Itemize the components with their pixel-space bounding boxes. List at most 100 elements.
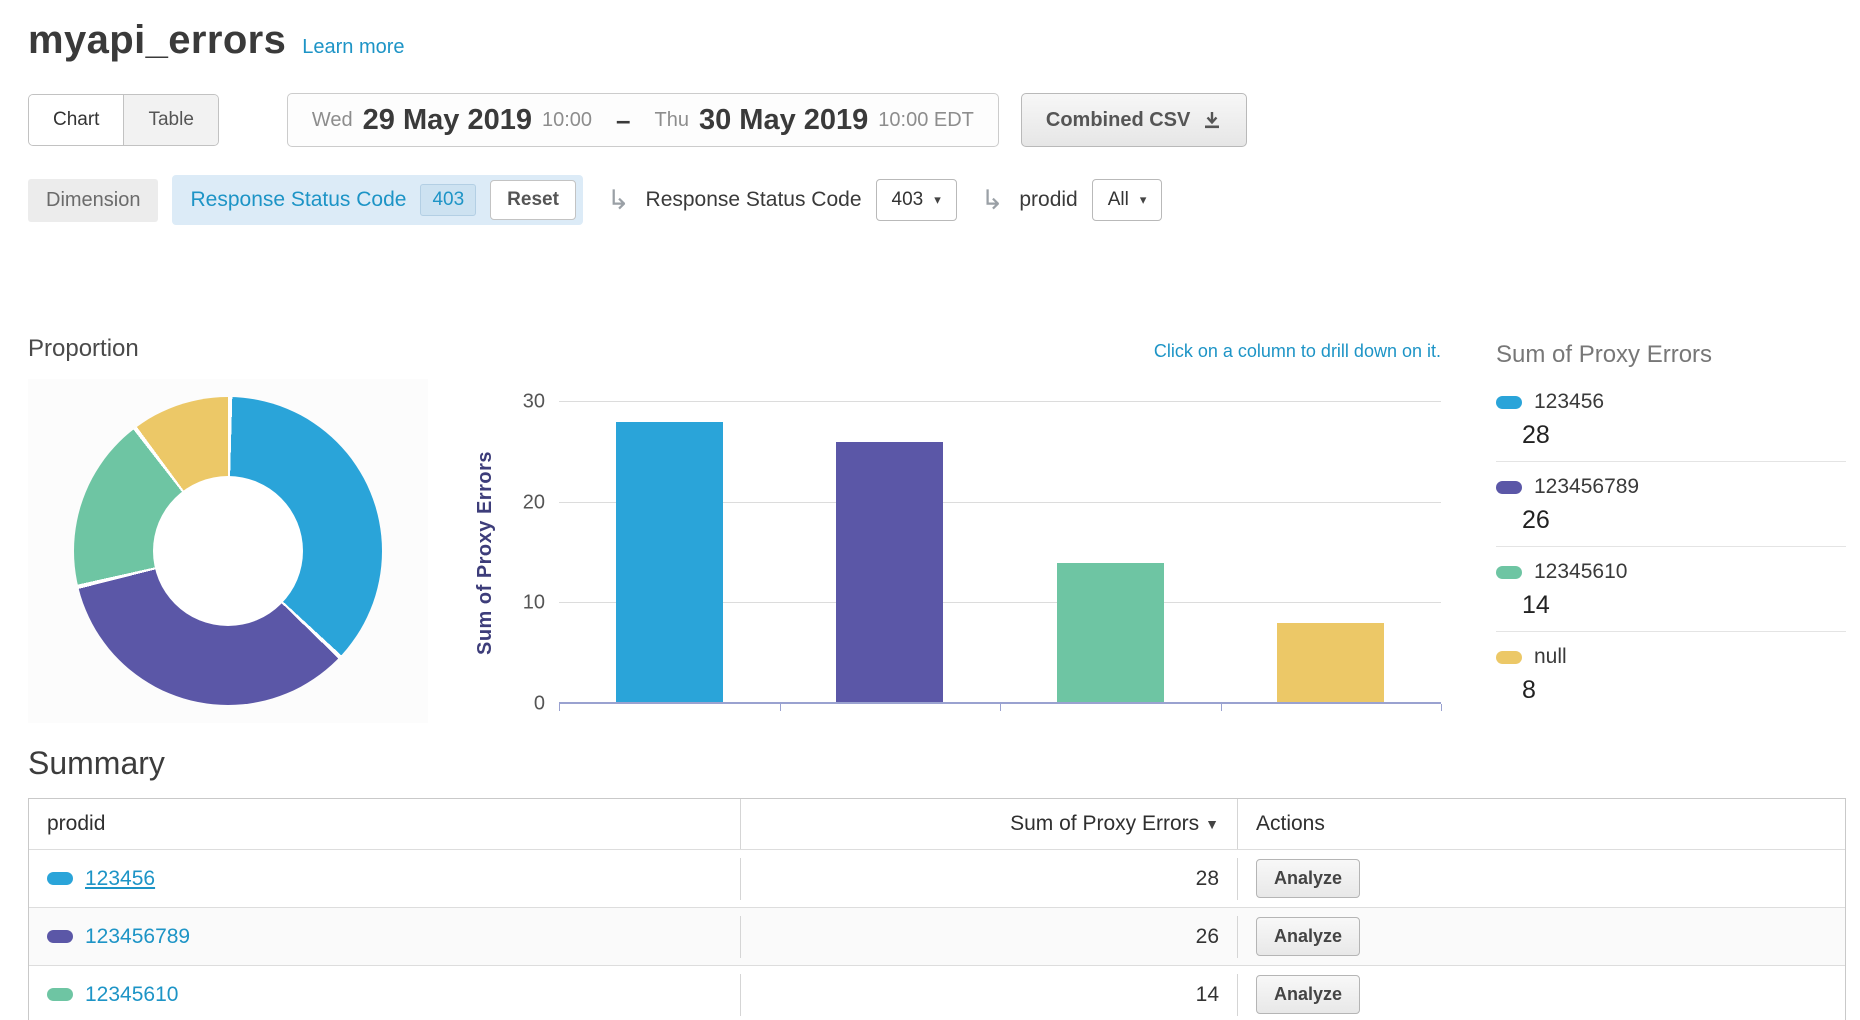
start-date: 29 May 2019 <box>363 104 532 137</box>
actions-cell: Analyze <box>1238 908 1845 965</box>
y-axis-tick-label: 0 <box>534 693 545 716</box>
analytics-page: myapi_errors Learn more Chart Table Wed … <box>0 0 1860 1020</box>
y-axis-tick-label: 30 <box>523 391 545 414</box>
legend-item: null 8 <box>1496 632 1846 716</box>
series-color-swatch <box>47 872 73 885</box>
csv-button-label: Combined CSV <box>1046 109 1190 132</box>
sum-cell: 14 <box>741 974 1238 1016</box>
status-code-dropdown[interactable]: 403 ▾ <box>876 179 957 221</box>
table-row: 123456 28 Analyze <box>29 849 1845 907</box>
page-title: myapi_errors <box>28 18 286 63</box>
column-header-sum-label: Sum of Proxy Errors <box>1010 812 1199 836</box>
x-axis-tick <box>1221 704 1222 711</box>
legend-items: 123456 28 123456789 26 12345610 14 null … <box>1496 377 1846 716</box>
legend-item-label: 12345610 <box>1534 560 1627 584</box>
y-axis-tick-label: 10 <box>523 592 545 615</box>
tab-table[interactable]: Table <box>123 95 217 145</box>
bar-columns <box>559 402 1441 704</box>
legend-item: 12345610 14 <box>1496 547 1846 632</box>
series-color-swatch <box>1496 396 1522 409</box>
legend-item-label: 123456789 <box>1534 475 1639 499</box>
summary-table-body: 123456 28 Analyze 123456789 26 Analyze 1… <box>29 849 1845 1020</box>
download-icon <box>1202 110 1222 130</box>
summary-table-header: prodid Sum of Proxy Errors ▼ Actions <box>29 799 1845 849</box>
reset-button[interactable]: Reset <box>490 180 576 220</box>
series-color-swatch <box>1496 651 1522 664</box>
sum-cell: 28 <box>741 858 1238 900</box>
legend-item-label: null <box>1534 645 1567 669</box>
legend-item: 123456789 26 <box>1496 462 1846 547</box>
x-axis-tick <box>559 704 560 711</box>
proportion-title: Proportion <box>28 335 428 363</box>
analyze-button[interactable]: Analyze <box>1256 917 1360 956</box>
column-header-sum[interactable]: Sum of Proxy Errors ▼ <box>741 799 1238 849</box>
x-axis-baseline <box>559 702 1441 704</box>
x-axis-tick <box>1000 704 1001 711</box>
charts-section: Proportion Click on a column to drill do… <box>0 335 1860 723</box>
date-range-picker[interactable]: Wed 29 May 2019 10:00 – Thu 30 May 2019 … <box>287 93 999 147</box>
prodid-link[interactable]: 123456 <box>85 867 155 891</box>
drilldown-prodid-label: prodid <box>1019 188 1077 212</box>
series-color-swatch <box>47 930 73 943</box>
series-color-swatch <box>47 988 73 1001</box>
prodid-cell: 123456 <box>29 858 741 900</box>
legend-item: 123456 28 <box>1496 377 1846 462</box>
end-date: 30 May 2019 <box>699 104 868 137</box>
actions-cell: Analyze <box>1238 966 1845 1020</box>
filter-chip-name: Response Status Code <box>190 188 406 212</box>
date-range-separator: – <box>616 105 630 136</box>
sum-cell: 26 <box>741 916 1238 958</box>
start-time: 10:00 <box>542 109 592 132</box>
legend-item-value: 26 <box>1522 506 1846 535</box>
summary-table: prodid Sum of Proxy Errors ▼ Actions 123… <box>28 798 1846 1020</box>
drilldown-hint: Click on a column to drill down on it. <box>463 341 1441 362</box>
legend-title: Sum of Proxy Errors <box>1496 341 1846 369</box>
chart-legend: Sum of Proxy Errors 123456 28 123456789 … <box>1496 335 1846 723</box>
prodid-link[interactable]: 123456789 <box>85 925 190 949</box>
legend-item-value: 28 <box>1522 421 1846 450</box>
legend-item-value: 14 <box>1522 591 1846 620</box>
dimension-filter-bar: Dimension Response Status Code 403 Reset… <box>28 175 1832 225</box>
drilldown-status-code-label: Response Status Code <box>646 188 862 212</box>
prodid-cell: 12345610 <box>29 974 741 1016</box>
analyze-button[interactable]: Analyze <box>1256 975 1360 1014</box>
combined-csv-button[interactable]: Combined CSV <box>1021 93 1247 147</box>
bar-chart-panel: Click on a column to drill down on it. S… <box>463 335 1441 723</box>
bar-chart: Sum of Proxy Errors 0102030 <box>463 402 1441 704</box>
bar-column[interactable] <box>1277 623 1384 704</box>
prodid-dropdown[interactable]: All ▾ <box>1092 179 1163 221</box>
bar-column[interactable] <box>836 442 943 704</box>
bar-column[interactable] <box>1057 563 1164 704</box>
prodid-dropdown-value: All <box>1108 189 1129 211</box>
view-toggle: Chart Table <box>28 94 219 146</box>
legend-item-label: 123456 <box>1534 390 1604 414</box>
x-axis-tick <box>780 704 781 711</box>
learn-more-link[interactable]: Learn more <box>302 36 404 59</box>
dimension-label: Dimension <box>28 179 158 222</box>
y-axis-ticks: 0102030 <box>507 402 559 704</box>
end-time: 10:00 EDT <box>878 109 974 132</box>
legend-item-row: null <box>1496 645 1846 669</box>
legend-item-value: 8 <box>1522 676 1846 705</box>
toolbar: Chart Table Wed 29 May 2019 10:00 – Thu … <box>28 93 1832 147</box>
x-axis-tick <box>1441 704 1442 711</box>
active-filter-chip: Response Status Code 403 Reset <box>172 175 582 225</box>
column-header-prodid[interactable]: prodid <box>29 799 741 849</box>
sort-descending-icon: ▼ <box>1205 816 1219 832</box>
prodid-link[interactable]: 12345610 <box>85 983 178 1007</box>
series-color-swatch <box>1496 566 1522 579</box>
proportion-donut-card <box>28 379 428 723</box>
proportion-donut-chart[interactable] <box>74 397 382 705</box>
bar-column[interactable] <box>616 422 723 704</box>
filter-chip-value: 403 <box>420 184 476 216</box>
tab-chart[interactable]: Chart <box>29 95 123 145</box>
caret-down-icon: ▾ <box>934 192 941 208</box>
legend-item-row: 123456789 <box>1496 475 1846 499</box>
actions-cell: Analyze <box>1238 850 1845 907</box>
summary-title: Summary <box>28 745 1860 782</box>
y-axis-label: Sum of Proxy Errors <box>474 451 497 655</box>
legend-item-row: 123456 <box>1496 390 1846 414</box>
series-color-swatch <box>1496 481 1522 494</box>
end-day: Thu <box>655 109 689 132</box>
analyze-button[interactable]: Analyze <box>1256 859 1360 898</box>
